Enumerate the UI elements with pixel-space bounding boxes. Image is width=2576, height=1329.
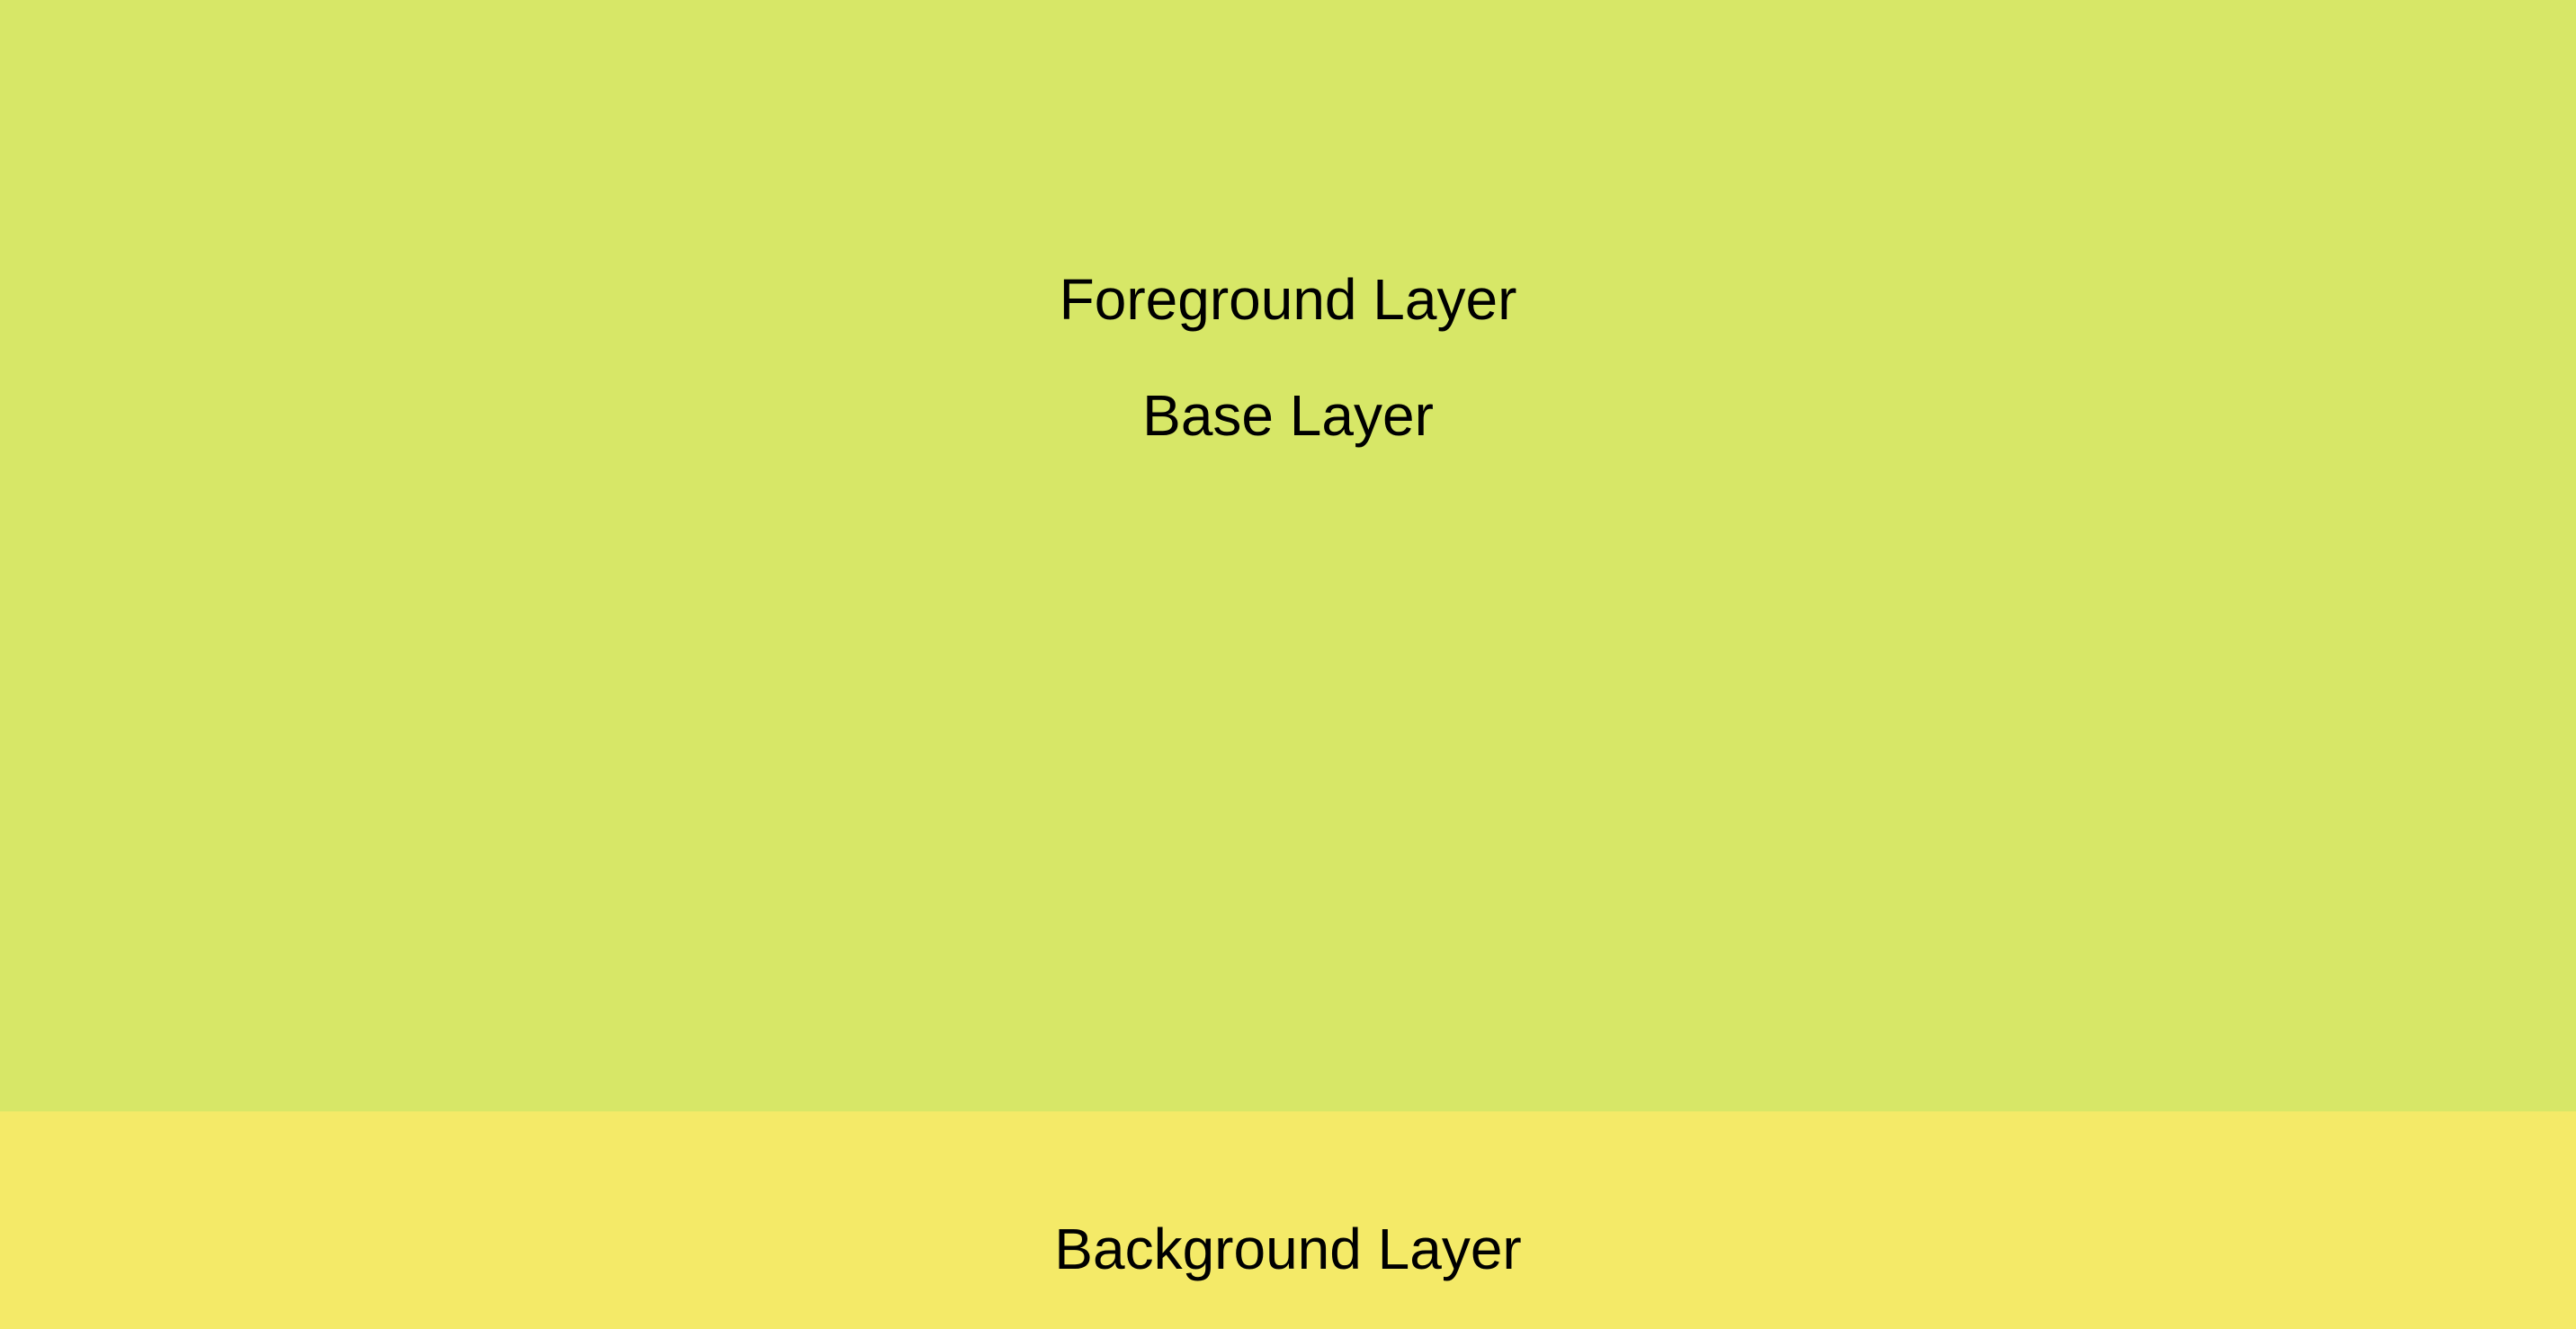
foreground-layer-label: Foreground Layer	[1059, 267, 1517, 332]
background-layer-label: Background Layer	[1054, 1217, 1522, 1281]
base-layer	[0, 0, 2576, 1111]
base-layer-label: Base Layer	[1142, 383, 1434, 448]
